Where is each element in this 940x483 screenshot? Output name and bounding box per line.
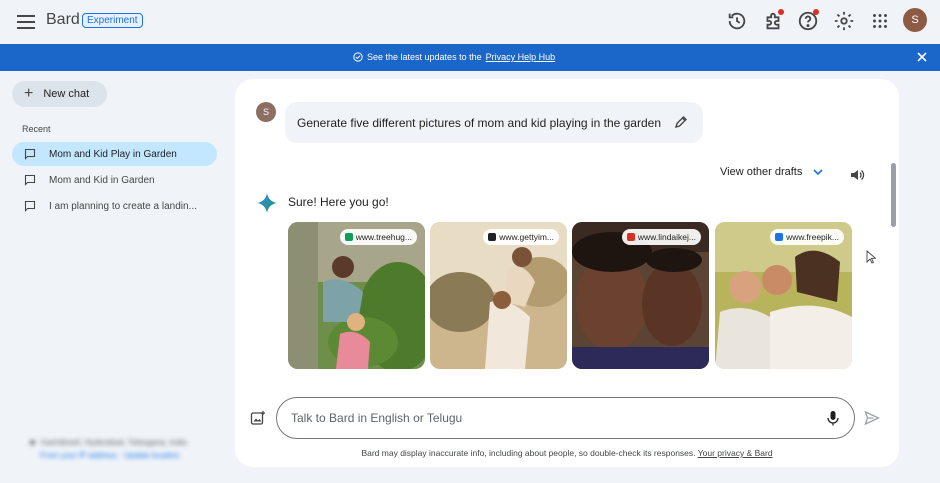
view-other-drafts-button[interactable]: View other drafts: [720, 166, 824, 178]
history-icon[interactable]: [726, 10, 748, 32]
privacy-link[interactable]: Your privacy & Bard: [698, 448, 773, 458]
image-source-chip[interactable]: www.lindaikej...: [621, 229, 701, 245]
image-source: www.lindaikej...: [637, 232, 696, 242]
check-circle-icon: [353, 52, 363, 62]
source-favicon: [344, 233, 353, 241]
user-prompt: Generate five different pictures of mom …: [285, 102, 703, 143]
generated-image-card[interactable]: www.gettyim...: [430, 222, 567, 369]
image-source-chip[interactable]: www.freepik...: [770, 229, 844, 245]
disclaimer-text: Bard may display inaccurate info, includ…: [361, 448, 696, 458]
view-drafts-label: View other drafts: [720, 166, 803, 178]
notification-dot: [778, 9, 784, 15]
chevron-down-icon: [813, 169, 823, 176]
apps-grid-icon[interactable]: [869, 10, 891, 32]
user-avatar: S: [256, 102, 276, 122]
update-location-link[interactable]: From your IP address · Update location: [40, 451, 205, 460]
source-favicon: [775, 233, 784, 241]
prompt-input[interactable]: [291, 409, 811, 427]
image-source: www.treehug...: [355, 232, 412, 242]
plus-icon: +: [24, 85, 34, 102]
help-icon[interactable]: [797, 9, 819, 32]
sidebar-item-label: Mom and Kid in Garden: [49, 174, 155, 186]
recent-heading: Recent: [22, 124, 51, 134]
generated-image-card[interactable]: www.lindaikej...: [572, 222, 709, 369]
chat-bubble-icon: [24, 148, 36, 160]
banner-text: See the latest updates to the: [367, 52, 482, 62]
image-source: www.gettyim...: [499, 232, 554, 242]
sidebar-item-label: I am planning to create a landin...: [49, 200, 197, 212]
account-avatar[interactable]: S: [903, 8, 927, 32]
microphone-icon[interactable]: [826, 410, 840, 426]
send-icon[interactable]: [864, 410, 880, 426]
location-dot-icon: [30, 440, 35, 445]
privacy-banner: See the latest updates to the Privacy He…: [0, 44, 940, 71]
edit-pencil-icon[interactable]: [673, 114, 689, 130]
bard-sparkle-icon: [257, 193, 277, 213]
response-text: Sure! Here you go!: [288, 195, 389, 209]
privacy-help-hub-link[interactable]: Privacy Help Hub: [486, 52, 556, 62]
source-favicon: [626, 233, 635, 241]
new-chat-label: New chat: [43, 88, 90, 100]
source-favicon: [488, 233, 497, 241]
prompt-input-box[interactable]: [276, 397, 855, 439]
generated-image-card[interactable]: www.freepik...: [715, 222, 852, 369]
image-source-chip[interactable]: www.gettyim...: [483, 229, 559, 245]
chat-bubble-icon: [24, 200, 36, 212]
image-source: www.freepik...: [786, 232, 839, 242]
settings-icon[interactable]: [833, 10, 855, 32]
location-text: Gachibowli, Hyderabad, Telangana, India: [41, 438, 187, 447]
prompt-text: Generate five different pictures of mom …: [297, 115, 661, 130]
upload-image-icon[interactable]: [250, 410, 266, 426]
sidebar-item-label: Mom and Kid Play in Garden: [49, 148, 177, 160]
location-info: Gachibowli, Hyderabad, Telangana, India …: [30, 438, 205, 460]
disclaimer: Bard may display inaccurate info, includ…: [235, 448, 899, 458]
top-bar: Bard Experiment S: [0, 0, 940, 44]
conversation-panel: S Generate five different pictures of mo…: [235, 79, 899, 467]
image-source-chip[interactable]: www.treehug...: [339, 229, 417, 245]
notification-dot: [813, 9, 819, 15]
extensions-icon[interactable]: [762, 9, 784, 32]
menu-icon[interactable]: [15, 12, 37, 32]
close-icon[interactable]: [916, 51, 928, 63]
sidebar-item-chat[interactable]: I am planning to create a landin...: [12, 194, 217, 218]
experiment-badge: Experiment: [82, 13, 143, 28]
app-title: Bard: [46, 11, 80, 28]
chat-bubble-icon: [24, 174, 36, 186]
mouse-cursor-icon: [866, 250, 876, 264]
sidebar-item-chat[interactable]: Mom and Kid in Garden: [12, 168, 217, 192]
generated-image-card[interactable]: www.treehug...: [288, 222, 425, 369]
speaker-icon[interactable]: [849, 167, 865, 183]
scrollbar[interactable]: [891, 163, 896, 227]
sidebar-item-chat[interactable]: Mom and Kid Play in Garden: [12, 142, 217, 166]
new-chat-button[interactable]: + New chat: [12, 81, 107, 107]
